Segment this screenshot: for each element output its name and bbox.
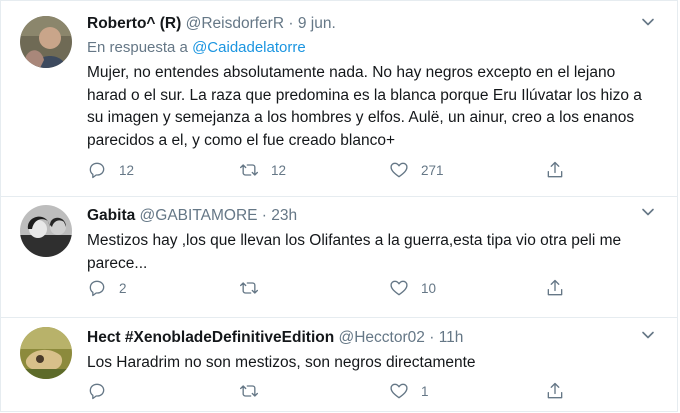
share-icon [547,279,563,296]
chevron-down-icon[interactable] [641,205,655,219]
share-icon [547,382,563,399]
retweet-button[interactable] [239,381,271,401]
share-button[interactable] [545,278,565,298]
like-count: 10 [421,280,437,296]
tweet[interactable]: Gabita @GABITAMORE · 23h Mestizos hay ,l… [1,197,677,318]
tweet-text: Mestizos hay ,los que llevan los Olifant… [87,232,622,272]
retweet-icon [240,282,258,294]
tweet[interactable]: Hect #XenobladeDefinitiveEdition @Heccto… [1,318,677,413]
reply-prefix: En respuesta a [87,39,188,56]
reply-thread: Roberto^ (R) @ReisdorferR · 9 jun. En re… [0,0,678,412]
tweet-timestamp[interactable]: 9 jun. [298,15,336,32]
avatar[interactable] [20,327,72,379]
tweet-actions: 2 10 [87,278,577,302]
like-button[interactable]: 1 [389,381,429,401]
reply-count: 12 [119,162,135,178]
retweet-count: 12 [271,162,287,178]
author-name[interactable]: Hect #XenobladeDefinitiveEdition [87,329,334,346]
retweet-icon [240,164,258,176]
like-icon [390,162,408,178]
like-button[interactable]: 271 [389,160,444,180]
tweet-timestamp[interactable]: 11h [439,329,464,346]
author-handle[interactable]: @ReisdorferR [186,15,284,32]
tweet-text: Los Haradrim no son mestizos, son negros… [87,354,476,371]
tweet-timestamp[interactable]: 23h [271,207,297,224]
tweet[interactable]: Roberto^ (R) @ReisdorferR · 9 jun. En re… [1,1,677,197]
author-name[interactable]: Roberto^ (R) [87,15,181,32]
author-handle[interactable]: @GABITAMORE [140,207,258,224]
share-icon [547,161,563,178]
reply-icon [89,280,105,297]
reply-icon [89,162,105,179]
chevron-down-icon[interactable] [641,15,655,29]
like-count: 1 [421,383,429,399]
reply-button[interactable]: 2 [87,278,127,298]
tweet-text: Mujer, no entendes absolutamente nada. N… [87,64,642,149]
like-count: 271 [421,162,444,178]
reply-count: 2 [119,280,127,296]
retweet-button[interactable] [239,278,271,298]
separator-dot: · [261,207,267,224]
avatar[interactable] [20,16,72,68]
tweet-actions: 12 12 271 [87,160,577,184]
retweet-button[interactable]: 12 [239,160,286,180]
chevron-down-icon[interactable] [641,328,655,342]
share-button[interactable] [545,381,565,401]
like-icon [390,280,408,296]
author-handle[interactable]: @Hecctor02 [339,329,425,346]
like-icon [390,383,408,399]
author-name[interactable]: Gabita [87,207,135,224]
avatar[interactable] [20,205,72,257]
separator-dot: · [429,329,435,346]
tweet-actions: 1 [87,381,577,405]
reply-mention-link[interactable]: @Caidadelatorre [192,39,306,56]
reply-context: En respuesta a @Caidadelatorre [87,37,647,59]
separator-dot: · [288,15,294,32]
reply-button[interactable] [87,381,119,401]
like-button[interactable]: 10 [389,278,436,298]
retweet-icon [240,385,258,397]
reply-button[interactable]: 12 [87,160,134,180]
reply-icon [89,383,105,400]
share-button[interactable] [545,160,565,180]
